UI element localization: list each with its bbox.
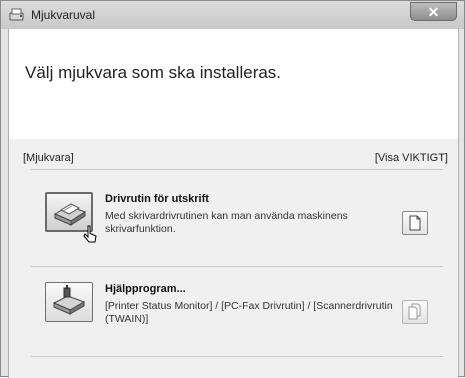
window-content: Välj mjukvara som ska installeras. [Mjuk… <box>8 29 459 378</box>
install-utilities-button[interactable] <box>45 282 93 322</box>
show-important-link[interactable]: [Visa VIKTIGT] <box>375 152 448 164</box>
divider <box>31 169 443 170</box>
header-panel: Välj mjukvara som ska installeras. <box>9 29 458 139</box>
item-title: Drivrutin för utskrift <box>105 193 209 205</box>
software-section-label: [Mjukvara] <box>23 152 74 164</box>
item-description: Med skrivardrivrutinen kan man använda m… <box>105 210 348 235</box>
window-title: Mjukvaruval <box>31 8 96 22</box>
installer-window: Mjukvaruval ✕ Välj mjukvara som ska inst… <box>0 0 465 378</box>
printer-driver-info-button[interactable] <box>402 211 428 235</box>
mouse-cursor-icon <box>83 225 97 243</box>
page-heading: Välj mjukvara som ska installeras. <box>25 63 282 82</box>
documents-icon <box>408 303 421 320</box>
app-icon <box>9 7 25 23</box>
divider <box>31 266 443 267</box>
item-description: [Printer Status Monitor] / [PC-Fax Drivr… <box>105 300 393 325</box>
title-bar[interactable]: Mjukvaruval ✕ <box>1 1 464 29</box>
item-title: Hjälpprogram... <box>105 283 186 295</box>
utility-icon <box>52 285 86 315</box>
utilities-info-button[interactable] <box>402 300 428 324</box>
divider <box>31 356 443 357</box>
close-button[interactable]: ✕ <box>410 2 457 21</box>
document-icon <box>409 215 421 231</box>
